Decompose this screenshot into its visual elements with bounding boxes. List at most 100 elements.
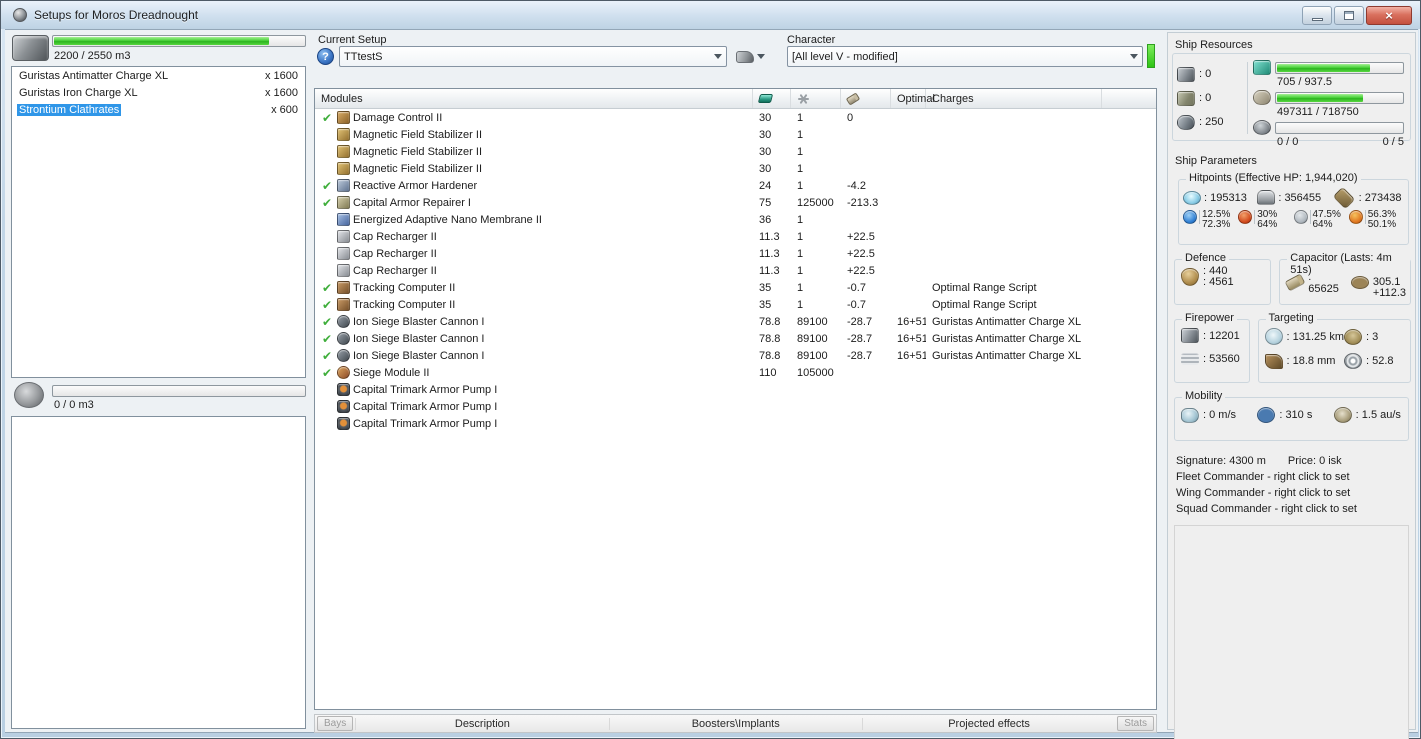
character-label: Character — [787, 34, 836, 46]
titlebar[interactable]: Setups for Moros Dreadnought × — [1, 1, 1420, 29]
cargo-item[interactable]: Guristas Antimatter Charge XL x 1600 — [12, 67, 305, 84]
resist-cell: 56.3% 50.1% — [1348, 210, 1404, 230]
wing-commander-slot[interactable]: Wing Commander - right click to set — [1176, 485, 1409, 501]
max-targets-value: : 3 — [1366, 330, 1379, 343]
module-row[interactable]: ✔ Cap Recharger II 11.3 1 +22.5 — [315, 262, 1156, 279]
defence-icon — [1181, 268, 1199, 286]
hull-hp-value: : 273438 — [1358, 191, 1402, 204]
drone-bay-list[interactable] — [11, 416, 306, 729]
cargo-item-qty: x 1600 — [264, 86, 298, 99]
bays-button[interactable]: Bays — [317, 716, 354, 731]
minimize-icon — [1311, 17, 1323, 21]
module-row[interactable]: ✔ Reactive Armor Hardener 24 1 -4.2 — [315, 177, 1156, 194]
module-powergrid: 89100 — [797, 349, 828, 362]
cargo-item[interactable]: Strontium Clathrates x 600 — [12, 101, 305, 118]
module-powergrid: 1 — [797, 145, 804, 158]
armor-resist-value: 64% — [1257, 219, 1278, 230]
module-powergrid: 1 — [797, 264, 804, 277]
module-name: Magnetic Field Stabilizer II — [353, 162, 482, 175]
module-type-icon — [337, 179, 350, 192]
drone-bandwidth-text: 0 / 0 — [1277, 136, 1299, 148]
module-type-icon — [337, 264, 350, 277]
powergrid-column-header[interactable] — [791, 89, 841, 108]
module-name: Reactive Armor Hardener — [353, 179, 478, 192]
module-cap-use: -28.7 — [847, 332, 873, 345]
module-row[interactable]: ✔ Magnetic Field Stabilizer II 30 1 — [315, 126, 1156, 143]
module-cpu: 11.3 — [759, 230, 780, 243]
module-row[interactable]: ✔ Capital Trimark Armor Pump I — [315, 415, 1156, 432]
module-powergrid: 105000 — [797, 366, 834, 379]
module-powergrid: 1 — [797, 213, 804, 226]
stats-button[interactable]: Stats — [1117, 716, 1155, 731]
module-row[interactable]: ✔ Damage Control II 30 1 0 — [315, 109, 1156, 126]
module-powergrid: 1 — [797, 298, 804, 311]
modules-column-header[interactable]: Modules — [315, 89, 753, 108]
module-type-icon — [337, 162, 350, 175]
module-row[interactable]: ✔ Magnetic Field Stabilizer II 30 1 — [315, 143, 1156, 160]
fleet-commander-slot[interactable]: Fleet Commander - right click to set — [1176, 469, 1409, 485]
resist-cell: 12.5% 72.3% — [1183, 210, 1238, 230]
module-row[interactable]: ✔ Capital Armor Repairer I 75 125000 -21… — [315, 194, 1156, 211]
capacitor-icon — [845, 91, 861, 106]
module-type-icon — [337, 145, 350, 158]
resist-type-icon — [1238, 210, 1253, 224]
cpu-icon — [757, 94, 774, 103]
capacitor-column-header[interactable] — [841, 89, 891, 108]
help-icon[interactable]: ? — [317, 48, 334, 65]
module-powergrid: 1 — [797, 281, 804, 294]
module-charges: Guristas Antimatter Charge XL — [932, 315, 1082, 328]
cargo-item[interactable]: Guristas Iron Charge XL x 1600 — [12, 84, 305, 101]
maximize-button[interactable] — [1334, 6, 1364, 25]
module-row[interactable]: ✔ Magnetic Field Stabilizer II 30 1 — [315, 160, 1156, 177]
minimize-button[interactable] — [1302, 6, 1332, 25]
module-cap-use: -28.7 — [847, 349, 873, 362]
cargo-list[interactable]: Guristas Antimatter Charge XL x 1600 Gur… — [11, 66, 306, 378]
module-row[interactable]: ✔ Tracking Computer II 35 1 -0.7 Optimal… — [315, 296, 1156, 313]
bottom-sections-bar: Bays Description Boosters\Implants Proje… — [314, 714, 1157, 733]
optimal-column-header[interactable]: Optimal — [891, 89, 935, 108]
module-row[interactable]: ✔ Capital Trimark Armor Pump I — [315, 398, 1156, 415]
setup-tools-button[interactable] — [734, 46, 774, 67]
module-row[interactable]: ✔ Cap Recharger II 11.3 1 +22.5 — [315, 245, 1156, 262]
cpu-column-header[interactable] — [753, 89, 791, 108]
setup-dropdown[interactable]: TTtestS — [339, 46, 727, 67]
hitpoints-group: Hitpoints (Effective HP: 1,944,020) : 19… — [1178, 172, 1409, 245]
module-charges: Guristas Antimatter Charge XL — [932, 332, 1082, 345]
module-row[interactable]: ✔ Energized Adaptive Nano Membrane II 36… — [315, 211, 1156, 228]
capacitor-title: Capacitor (Lasts: 4m 51s) — [1287, 252, 1410, 276]
module-row[interactable]: ✔ Ion Siege Blaster Cannon I 78.8 89100 … — [315, 347, 1156, 364]
module-name: Cap Recharger II — [353, 264, 437, 277]
squad-commander-slot[interactable]: Squad Commander - right click to set — [1176, 501, 1409, 517]
active-check-icon: ✔ — [321, 110, 333, 125]
shield-hp-icon — [1183, 190, 1201, 205]
module-row[interactable]: ✔ Ion Siege Blaster Cannon I 78.8 89100 … — [315, 313, 1156, 330]
targeting-title: Targeting — [1265, 312, 1317, 324]
boosters-implants-section-tab[interactable]: Boosters\Implants — [608, 717, 862, 730]
close-button[interactable]: × — [1366, 6, 1412, 25]
cargo-item-name: Guristas Antimatter Charge XL — [19, 69, 169, 82]
cpu-bar — [1275, 61, 1404, 74]
module-cpu: 78.8 — [759, 315, 781, 328]
targeting-range-value: : 131.25 km — [1286, 330, 1344, 343]
module-row[interactable]: ✔ Capital Trimark Armor Pump I — [315, 381, 1156, 398]
module-type-icon — [337, 332, 350, 345]
dps-icon — [1181, 353, 1199, 365]
price-text: Price: 0 isk — [1287, 455, 1342, 467]
module-row[interactable]: ✔ Ion Siege Blaster Cannon I 78.8 89100 … — [315, 330, 1156, 347]
module-cap-use: -213.3 — [847, 196, 879, 209]
module-row[interactable]: ✔ Siege Module II 110 105000 — [315, 364, 1156, 381]
extra-column-header — [1102, 89, 1156, 108]
module-charges: Guristas Antimatter Charge XL — [932, 349, 1082, 362]
ship-tools-icon — [736, 50, 754, 63]
projected-effects-section-tab[interactable]: Projected effects — [861, 717, 1115, 730]
module-name: Ion Siege Blaster Cannon I — [353, 315, 485, 328]
module-row[interactable]: ✔ Tracking Computer II 35 1 -0.7 Optimal… — [315, 279, 1156, 296]
hitpoints-title: Hitpoints (Effective HP: 1,944,020) — [1186, 172, 1361, 184]
module-row[interactable]: ✔ Cap Recharger II 11.3 1 +22.5 — [315, 228, 1156, 245]
launcher-hardpoints-icon — [1177, 90, 1195, 106]
character-dropdown[interactable]: [All level V - modified] — [787, 46, 1143, 67]
module-name: Ion Siege Blaster Cannon I — [353, 349, 485, 362]
module-type-icon — [337, 213, 350, 226]
charges-column-header[interactable]: Charges — [926, 89, 1102, 108]
description-section-tab[interactable]: Description — [355, 717, 608, 730]
